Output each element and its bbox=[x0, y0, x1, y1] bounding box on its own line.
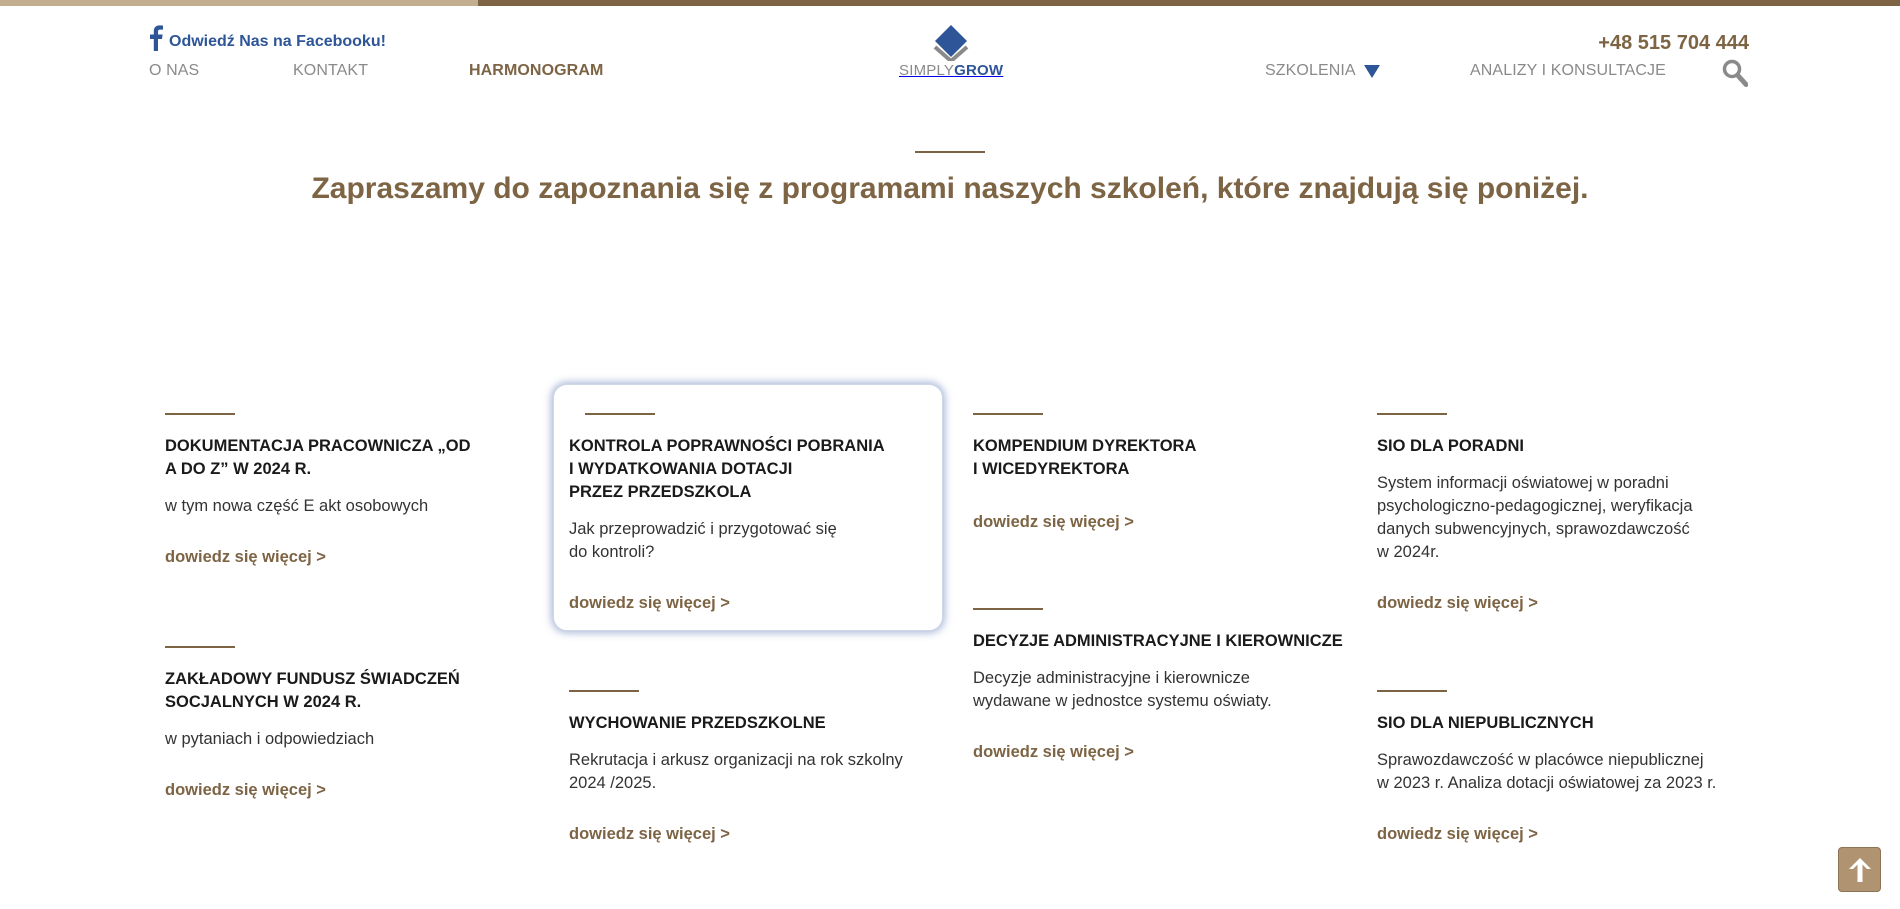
card-title: KOMPENDIUM DYREKTORA I WICEDYREKTORA bbox=[973, 437, 1197, 478]
learn-more-link[interactable]: dowiedz się więcej > bbox=[165, 548, 326, 567]
back-to-top-button[interactable] bbox=[1838, 847, 1881, 892]
intro-heading: Zapraszamy do zapoznania się z programam… bbox=[311, 172, 1589, 205]
learn-more-link[interactable]: dowiedz się więcej > bbox=[1377, 594, 1538, 613]
course-card: DOKUMENTACJA PRACOWNICZA „OD A DO Z” W 2… bbox=[165, 413, 485, 567]
card-description: System informacji oświatowej w poradni p… bbox=[1377, 474, 1693, 561]
card-title: SIO DLA NIEPUBLICZNYCH bbox=[1377, 714, 1594, 732]
course-card: ZAKŁADOWY FUNDUSZ ŚWIADCZEŃ SOCJALNYCH W… bbox=[165, 646, 485, 800]
card-divider bbox=[1377, 413, 1447, 415]
triangle-down-icon bbox=[1363, 64, 1380, 78]
magnifier-icon[interactable] bbox=[1722, 59, 1748, 87]
learn-more-link[interactable]: dowiedz się więcej > bbox=[165, 781, 326, 800]
card-divider bbox=[569, 690, 639, 692]
card-divider bbox=[165, 413, 235, 415]
nav-szkolenia[interactable]: SZKOLENIA bbox=[1265, 62, 1380, 80]
card-description: Rekrutacja i arkusz organizacji na rok s… bbox=[569, 751, 903, 792]
course-card: WYCHOWANIE PRZEDSZKOLNE Rekrutacja i ark… bbox=[569, 690, 929, 844]
card-divider bbox=[1377, 690, 1447, 692]
course-card: SIO DLA PORADNI System informacji oświat… bbox=[1377, 413, 1757, 613]
site-header: Odwiedź Nas na Facebooku! O NAS KONTAKT … bbox=[0, 6, 1900, 90]
card-divider bbox=[165, 646, 235, 648]
card-description: Sprawozdawczość w placówce niepublicznej… bbox=[1377, 751, 1717, 792]
facebook-link[interactable]: Odwiedź Nas na Facebooku! bbox=[149, 25, 386, 51]
logo-wordmark-grow: GROW bbox=[954, 62, 1004, 79]
facebook-icon bbox=[150, 25, 163, 51]
card-divider bbox=[973, 608, 1043, 610]
card-divider bbox=[585, 413, 655, 415]
logo-diamond-icon bbox=[933, 25, 969, 61]
card-title: SIO DLA PORADNI bbox=[1377, 437, 1524, 455]
learn-more-link[interactable]: dowiedz się więcej > bbox=[973, 513, 1134, 532]
learn-more-link[interactable]: dowiedz się więcej > bbox=[973, 743, 1134, 762]
card-title: KONTROLA POPRAWNOŚCI POBRANIA I WYDATKOW… bbox=[569, 437, 885, 501]
card-title: DECYZJE ADMINISTRACYJNE I KIEROWNICZE bbox=[973, 632, 1343, 650]
course-card-highlighted: KONTROLA POPRAWNOŚCI POBRANIA I WYDATKOW… bbox=[569, 413, 929, 613]
nav-analizy-i-konsultacje[interactable]: ANALIZY I KONSULTACJE bbox=[1470, 62, 1666, 80]
learn-more-link[interactable]: dowiedz się więcej > bbox=[569, 825, 730, 844]
card-description: w pytaniach i odpowiedziach bbox=[165, 730, 375, 748]
nav-harmonogram[interactable]: HARMONOGRAM bbox=[469, 62, 603, 80]
site-logo[interactable]: SIMPLYGROW bbox=[899, 23, 1003, 85]
logo-wordmark-simply: SIMPLY bbox=[899, 62, 955, 79]
card-title: ZAKŁADOWY FUNDUSZ ŚWIADCZEŃ SOCJALNYCH W… bbox=[165, 670, 460, 711]
phone-number[interactable]: +48 515 704 444 bbox=[1598, 32, 1749, 55]
arrow-up-icon bbox=[1848, 857, 1871, 882]
nav-kontakt[interactable]: KONTAKT bbox=[293, 62, 368, 80]
nav-o-nas[interactable]: O NAS bbox=[149, 62, 199, 80]
learn-more-link[interactable]: dowiedz się więcej > bbox=[569, 594, 730, 613]
card-description: w tym nowa część E akt osobowych bbox=[165, 497, 429, 515]
facebook-link-label: Odwiedź Nas na Facebooku! bbox=[169, 33, 386, 50]
nav-szkolenia-label: SZKOLENIA bbox=[1265, 62, 1356, 79]
course-card: KOMPENDIUM DYREKTORA I WICEDYREKTORA dow… bbox=[973, 413, 1353, 532]
card-divider bbox=[973, 413, 1043, 415]
course-card: SIO DLA NIEPUBLICZNYCH Sprawozdawczość w… bbox=[1377, 690, 1757, 844]
card-title: WYCHOWANIE PRZEDSZKOLNE bbox=[569, 714, 826, 732]
card-title: DOKUMENTACJA PRACOWNICZA „OD A DO Z” W 2… bbox=[165, 437, 471, 478]
card-description: Jak przeprowadzić i przygotować się do k… bbox=[569, 520, 837, 561]
learn-more-link[interactable]: dowiedz się więcej > bbox=[1377, 825, 1538, 844]
logo-wordmark: SIMPLYGROW bbox=[899, 63, 1003, 79]
intro-divider bbox=[915, 151, 985, 153]
card-description: Decyzje administracyjne i kierownicze wy… bbox=[973, 669, 1272, 710]
course-card: DECYZJE ADMINISTRACYJNE I KIEROWNICZE De… bbox=[973, 608, 1353, 762]
